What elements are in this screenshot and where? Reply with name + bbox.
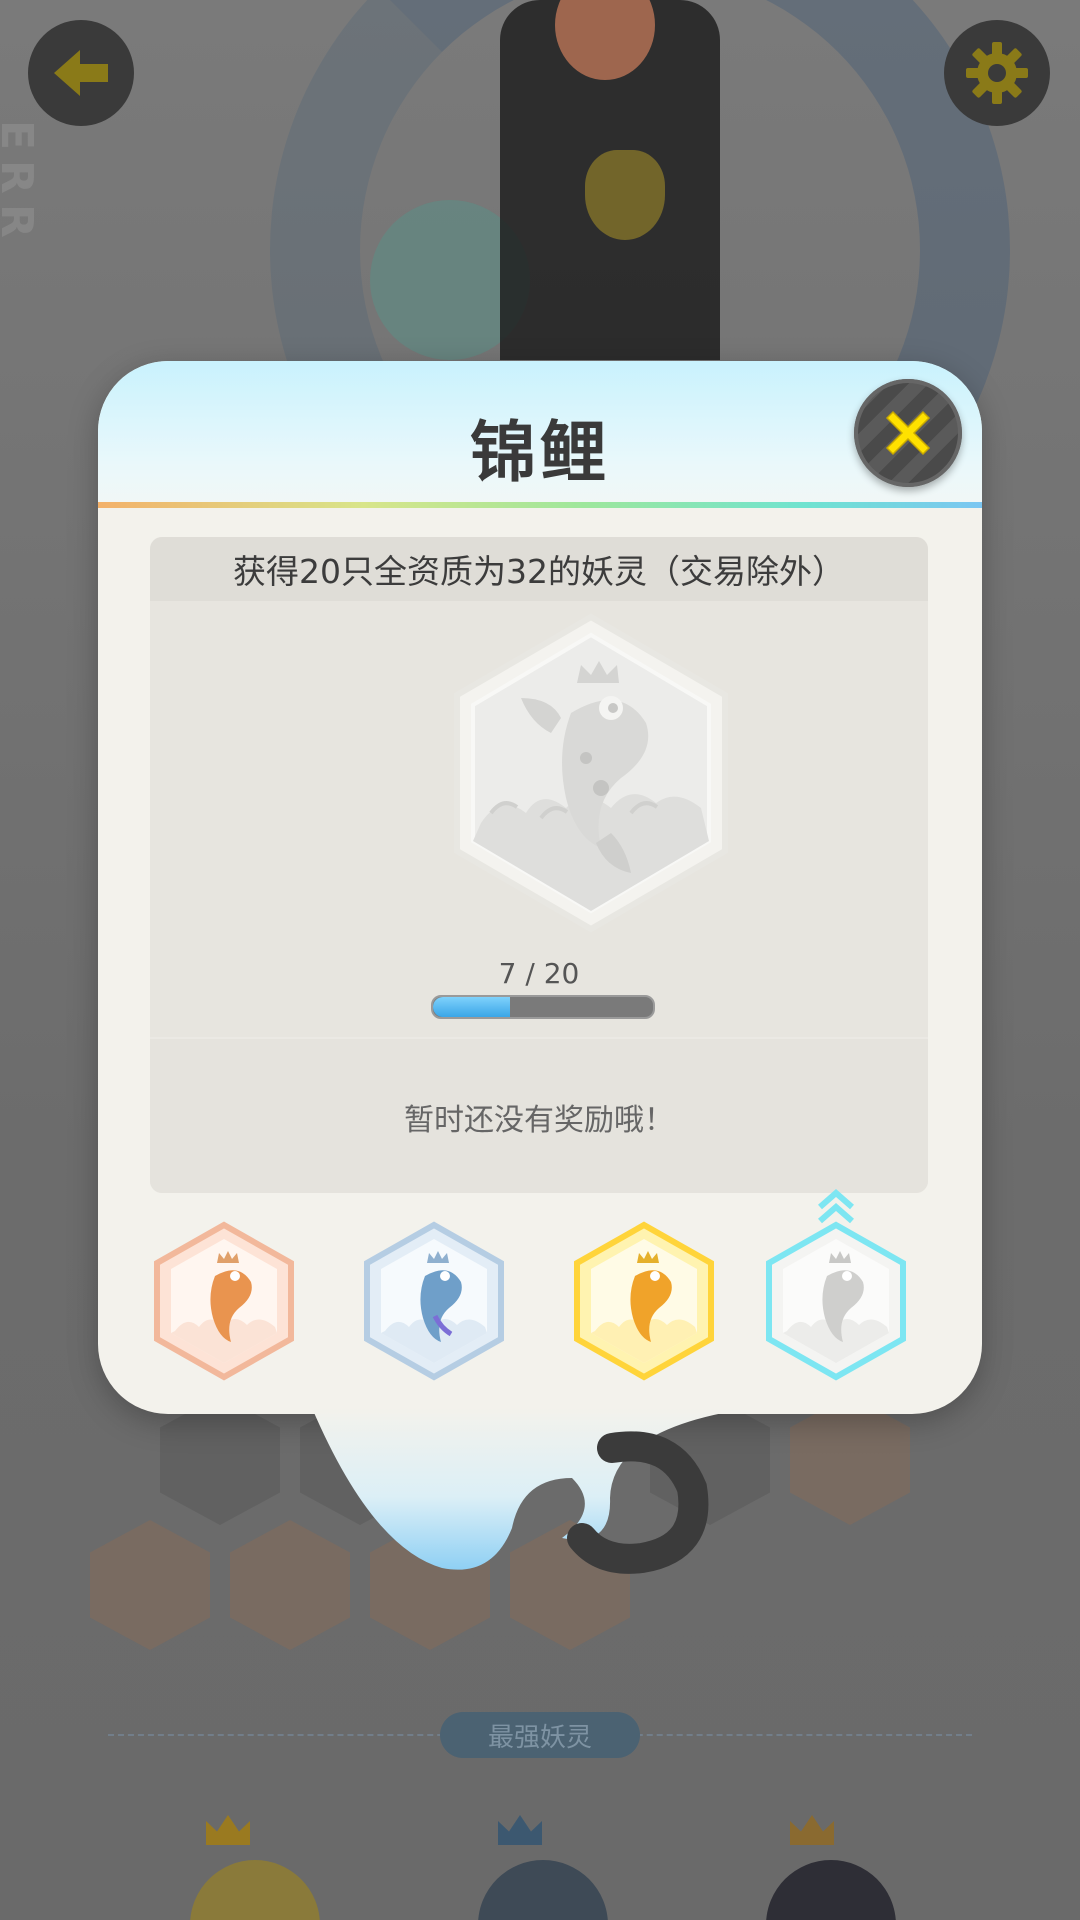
progress-bar-fill	[433, 997, 510, 1017]
selected-tier-indicator-icon	[818, 1189, 854, 1224]
koi-badge-large-icon	[454, 613, 728, 933]
crown-icon	[206, 1815, 250, 1845]
tier-badge-row	[98, 1181, 982, 1381]
avatar	[190, 1860, 320, 1920]
modal-title: 锦鲤	[470, 414, 610, 491]
background-badge	[790, 1395, 910, 1525]
reward-empty-text: 暂时还没有奖励哦！	[404, 1103, 674, 1138]
background-section-label: 最强妖灵	[440, 1712, 640, 1758]
background-vertical-text: ERR	[0, 120, 42, 248]
progress-bar	[431, 995, 655, 1019]
achievement-modal: 锦鲤 获得20只全资质为32的妖灵（交易除外） 7 / 20 暂时还没有奖励哦！	[98, 361, 982, 1414]
tier-badge-diamond[interactable]	[765, 1221, 907, 1381]
modal-decorative-tail	[312, 1408, 752, 1574]
background-shirt-logo	[585, 150, 665, 240]
achievement-screen: ERR 最强妖灵 锦鲤 获得20只全资质为32的妖灵（交易除外） 7 / 20 …	[0, 0, 1080, 1920]
avatar	[478, 1860, 608, 1920]
tier-badge-silver[interactable]	[363, 1221, 505, 1381]
arrow-left-icon	[54, 50, 108, 96]
tier-badge-gold[interactable]	[573, 1221, 715, 1381]
tier-badge-bronze[interactable]	[153, 1221, 295, 1381]
background-badge	[160, 1395, 280, 1525]
gear-icon	[966, 42, 1028, 104]
background-badge	[90, 1520, 210, 1650]
back-button[interactable]	[28, 20, 134, 126]
achievement-detail-panel: 获得20只全资质为32的妖灵（交易除外） 7 / 20 暂时还没有奖励哦！	[150, 537, 928, 1193]
settings-button[interactable]	[944, 20, 1050, 126]
avatar	[766, 1860, 896, 1920]
crown-icon	[498, 1815, 542, 1845]
close-x-icon	[885, 410, 931, 456]
task-description: 获得20只全资质为32的妖灵（交易除外）	[150, 537, 928, 601]
header-divider	[98, 502, 982, 508]
progress-text: 7 / 20	[498, 957, 580, 990]
reward-area: 暂时还没有奖励哦！	[150, 1037, 928, 1193]
close-button[interactable]	[854, 379, 962, 487]
crown-icon	[790, 1815, 834, 1845]
